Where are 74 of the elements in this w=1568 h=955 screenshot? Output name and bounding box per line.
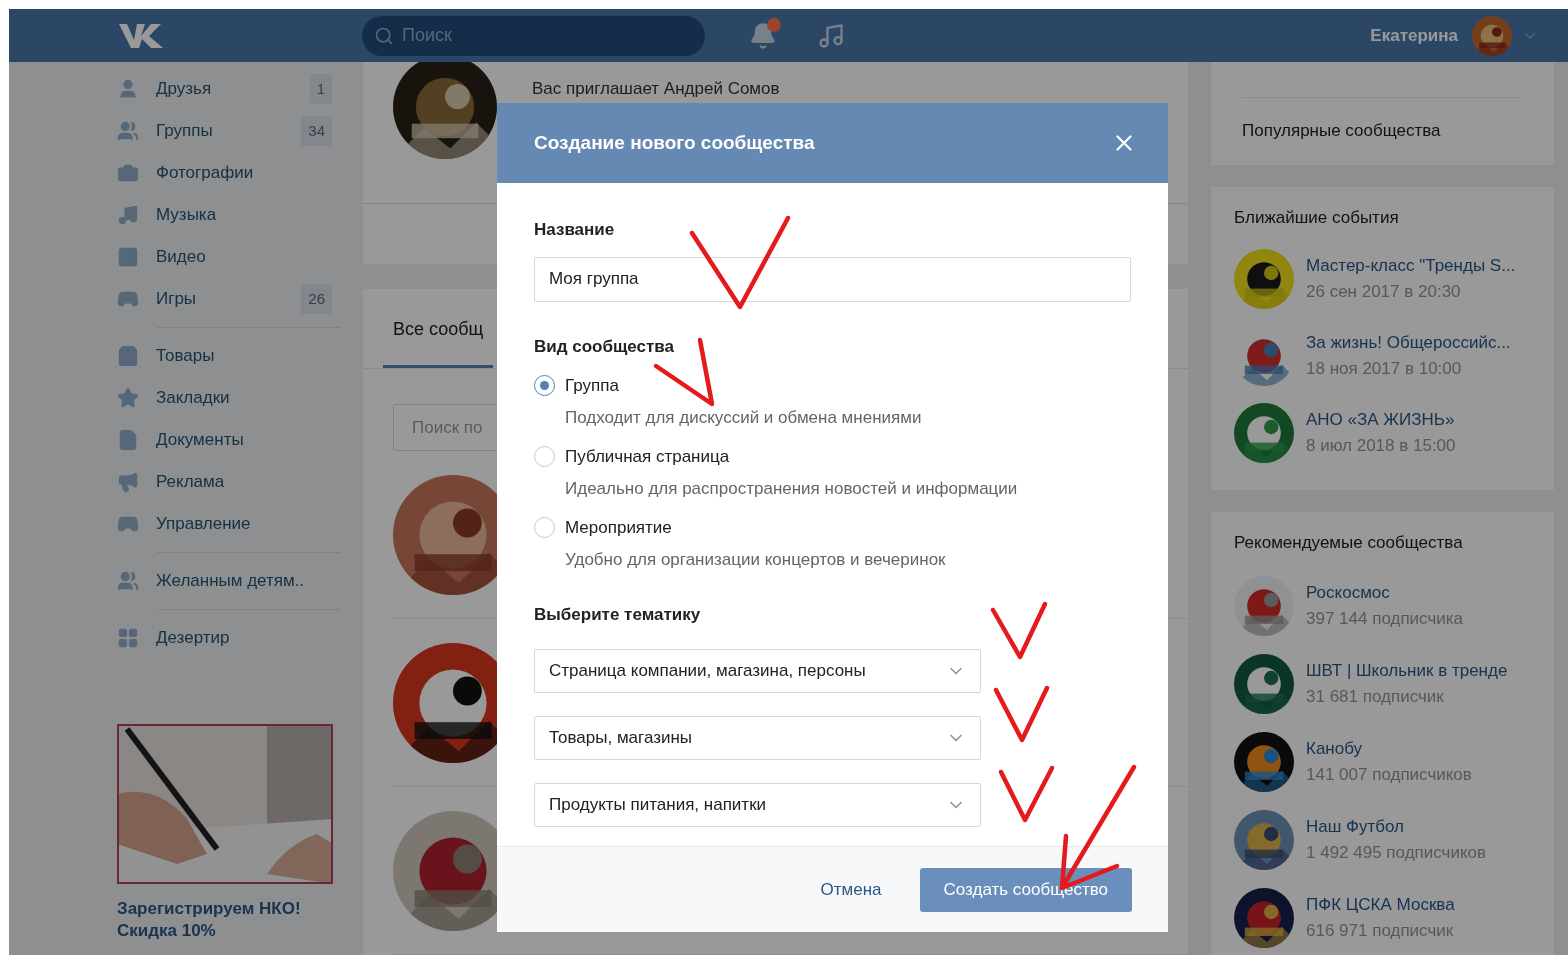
field-label: Выберите тематику	[534, 604, 702, 626]
community-name[interactable]: ШВТ | Школьник в тренде	[1306, 658, 1508, 684]
people-icon	[117, 570, 139, 592]
radio-label[interactable]: Публичная страница	[565, 444, 1018, 470]
search-icon	[374, 25, 394, 46]
bell-icon[interactable]	[749, 21, 777, 50]
user-name[interactable]: Екатерина	[1370, 22, 1458, 49]
section-title: Рекомендуемые сообщества	[1234, 532, 1464, 554]
music-note-icon	[117, 204, 139, 226]
follower-count: 141 007 подписчиков	[1306, 763, 1472, 786]
radio-description: Идеально для распространения новостей и информации	[565, 477, 1018, 500]
star-icon	[117, 387, 139, 409]
radio-description: Удобно для организации концертов и вечеринок	[565, 548, 946, 571]
sidebar-item[interactable]: Желанным детям..	[117, 568, 340, 594]
ad-title[interactable]: Зарегистрируем НКО!	[117, 898, 340, 920]
document-icon	[117, 429, 139, 451]
sidebar-item[interactable]: Игры	[117, 286, 302, 312]
invite-text: Вас приглашает Андрей Сомов	[532, 79, 780, 98]
community-name[interactable]: Роскосмос	[1306, 580, 1463, 606]
communities-tab[interactable]: Все сообщ	[383, 289, 494, 368]
count-badge: 1	[309, 74, 332, 104]
sidebar-item[interactable]: Управление	[117, 511, 340, 537]
sidebar-item[interactable]: Товары	[117, 343, 340, 369]
follower-count: 31 681 подписчик	[1306, 685, 1445, 708]
check-mark	[990, 601, 1048, 660]
field-label: Вид сообщества	[534, 335, 675, 358]
sidebar-link[interactable]: Популярные сообщества	[1242, 118, 1441, 144]
topic-select[interactable]: Продукты питания, напитки	[534, 782, 981, 827]
follower-count: 1 492 495 подписчиков	[1306, 841, 1487, 864]
sidebar-item[interactable]: Друзья	[117, 76, 310, 102]
sidebar-item[interactable]: Фотографии	[117, 160, 340, 186]
community-name[interactable]: ПФК ЦСКА Москва	[1306, 892, 1455, 918]
radio-label[interactable]: Мероприятие	[565, 515, 946, 541]
event-date: 18 ноя 2017 в 10:00	[1306, 357, 1463, 380]
grid-icon	[117, 627, 139, 649]
film-icon	[117, 246, 139, 268]
sidebar-item[interactable]: Документы	[117, 427, 340, 453]
event-name[interactable]: АНО «ЗА ЖИЗНЬ»	[1306, 407, 1456, 433]
ad-subtitle: Скидка 10%	[117, 920, 217, 942]
sidebar-item[interactable]: Закладки	[117, 385, 340, 411]
follower-count: 397 144 подписчика	[1306, 607, 1463, 630]
sidebar-item[interactable]: Дезертир	[117, 625, 340, 651]
community-name[interactable]: Канобу	[1306, 736, 1472, 762]
field-label: Название	[534, 219, 616, 241]
camera-icon	[117, 162, 139, 184]
count-badge: 26	[301, 284, 332, 314]
create-button[interactable]: Создать сообщество	[919, 867, 1132, 912]
music-note-icon[interactable]	[817, 21, 845, 50]
megaphone-icon	[117, 471, 139, 493]
people-icon	[117, 120, 139, 142]
search-field[interactable]: Поиск	[362, 15, 705, 56]
sidebar-item[interactable]: Группы	[117, 118, 302, 144]
dialog-title: Создание нового сообщества	[534, 130, 815, 155]
sidebar-item[interactable]: Видео	[117, 244, 340, 270]
sidebar-item[interactable]: Музыка	[117, 202, 340, 228]
event-date: 26 сен 2017 в 20:30	[1306, 280, 1462, 303]
count-badge: 34	[301, 116, 332, 146]
logo-icon[interactable]	[117, 21, 165, 50]
community-name[interactable]: Наш Футбол	[1306, 814, 1487, 840]
event-name[interactable]: За жизнь! Общероссийс...	[1306, 330, 1511, 356]
check-mark	[998, 765, 1055, 823]
bag-icon	[117, 345, 139, 367]
topic-select[interactable]: Страница компании, магазина, персоны	[534, 648, 981, 693]
follower-count: 616 971 подписчик	[1306, 919, 1455, 942]
radio-label[interactable]: Группа	[565, 373, 922, 399]
radio-description: Подходит для дискуссий и обмена мнениями	[565, 406, 922, 429]
cancel-button[interactable]: Отмена	[820, 876, 882, 903]
name-input[interactable]: Моя группа	[534, 256, 1131, 302]
check-mark	[993, 685, 1050, 743]
topic-select[interactable]: Товары, магазины	[534, 715, 981, 760]
section-title: Ближайшие события	[1234, 207, 1400, 229]
sidebar-item[interactable]: Реклама	[117, 469, 340, 495]
event-date: 8 июл 2018 в 15:00	[1306, 434, 1456, 457]
event-name[interactable]: Мастер-класс "Тренды S...	[1306, 253, 1516, 279]
